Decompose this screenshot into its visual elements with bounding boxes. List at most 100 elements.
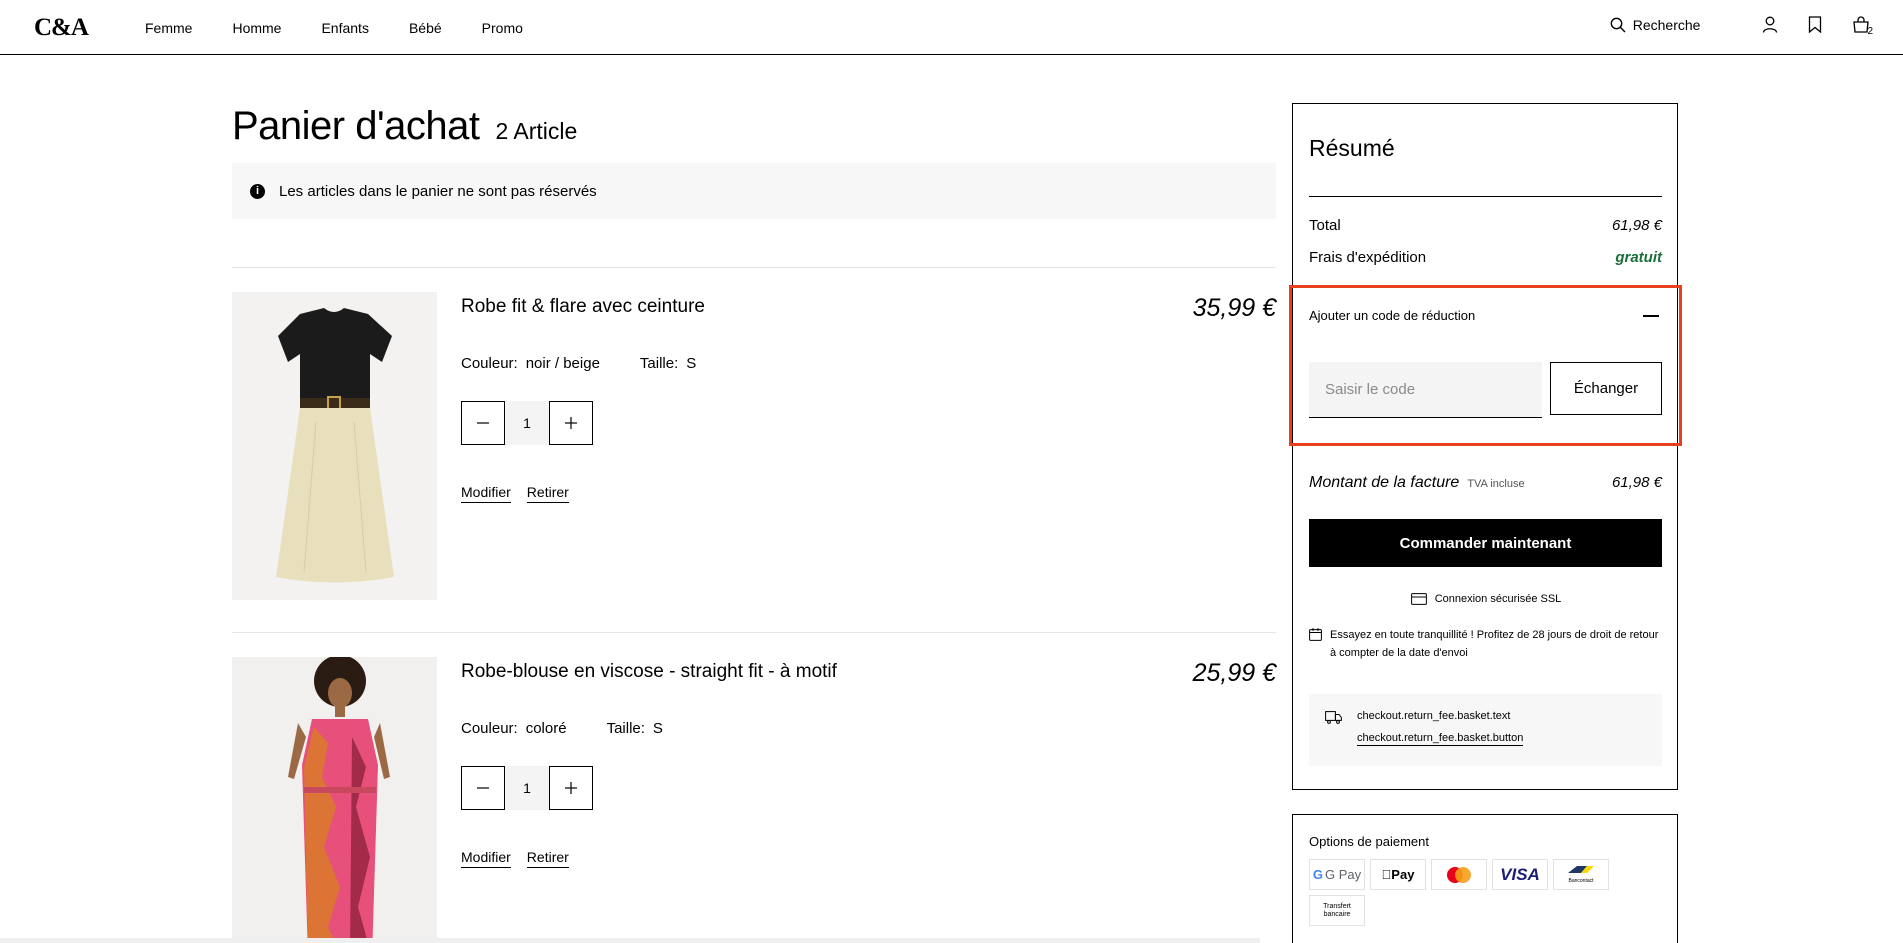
payment-title: Options de paiement [1309,834,1429,849]
plus-icon [565,782,577,794]
discount-code-input[interactable] [1309,362,1542,418]
nav-promo[interactable]: Promo [482,20,523,36]
cart-count: 2 [1867,26,1873,37]
product-attributes: Couleur: coloré Taille: S [461,720,703,737]
remove-link[interactable]: Retirer [526,484,569,503]
header-actions: Recherche 2 [1610,16,1873,37]
bancontact-icon: Bancontact [1553,859,1609,890]
account-icon[interactable] [1762,16,1778,33]
decrease-qty-button[interactable] [461,401,505,445]
bank-transfer-icon: Transfert bancaire [1309,895,1365,926]
invoice-value: 61,98 € [1611,474,1662,491]
shipping-row: Frais d'expédition gratuit [1309,249,1662,266]
order-summary: Résumé Total 61,98 € Frais d'expédition … [1289,103,1682,790]
cart-icon[interactable]: 2 [1852,16,1873,37]
divider [232,632,1276,633]
cart-item: Robe fit & flare avec ceinture 35,99 € C… [232,292,1276,602]
bottom-scroll-hint [0,938,1260,943]
logo[interactable]: C&A [34,14,89,42]
mastercard-icon [1431,859,1487,890]
color-label: Couleur: [461,355,518,372]
search-icon [1610,17,1626,32]
color-value: noir / beige [525,355,600,372]
ssl-text: Connexion sécurisée SSL [1434,593,1562,605]
increase-qty-button[interactable] [549,401,593,445]
item-actions: Modifier Retirer [461,484,585,503]
total-value: 61,98 € [1611,217,1662,234]
page-title-row: Panier d'achat 2 Article [232,104,577,149]
product-price: 35,99 € [1192,294,1276,322]
ssl-notice: Connexion sécurisée SSL [1293,593,1679,605]
truck-icon [1325,711,1342,724]
return-fee-text: checkout.return_fee.basket.text [1357,710,1511,722]
nav-homme[interactable]: Homme [232,20,281,36]
shipping-label: Frais d'expédition [1309,249,1427,266]
order-now-button[interactable]: Commander maintenant [1309,519,1662,567]
size-attr: Taille: S [640,355,696,372]
article-count: 2 Article [495,118,578,144]
quantity-stepper: 1 [461,766,593,810]
product-attributes: Couleur: noir / beige Taille: S [461,355,736,372]
site-header: C&A Femme Homme Enfants Bébé Promo Reche… [0,0,1903,55]
search-button[interactable]: Recherche [1610,16,1701,33]
reservation-notice: i Les articles dans le panier ne sont pa… [232,163,1276,219]
size-label: Taille: [639,355,679,372]
nav-bebe[interactable]: Bébé [409,20,442,36]
minus-icon [477,422,489,424]
shipping-value: gratuit [1615,249,1662,266]
size-value: S [686,355,697,372]
color-value: coloré [525,720,567,737]
return-policy: Essayez en toute tranquillité ! Profitez… [1309,626,1662,662]
main-nav: Femme Homme Enfants Bébé Promo [145,20,563,36]
size-attr: Taille: S [607,720,663,737]
notice-text: Les articles dans le panier ne sont pas … [279,182,597,200]
increase-qty-button[interactable] [549,766,593,810]
decrease-qty-button[interactable] [461,766,505,810]
product-name[interactable]: Robe fit & flare avec ceinture [461,296,705,318]
product-image[interactable] [232,657,437,943]
discount-code-section: Ajouter un code de réduction Échanger [1289,285,1682,446]
return-fee-link[interactable]: checkout.return_fee.basket.button [1357,732,1524,746]
item-actions: Modifier Retirer [461,849,585,868]
calendar-icon [1309,628,1322,641]
redeem-button[interactable]: Échanger [1550,362,1662,415]
minus-icon [477,787,489,789]
quantity-stepper: 1 [461,401,593,445]
invoice-row: Montant de la facture TVA incluse 61,98 € [1309,474,1662,492]
quantity-value: 1 [505,766,549,810]
return-fee-box: checkout.return_fee.basket.text checkout… [1309,694,1662,766]
trial-text: Essayez en toute tranquillité ! Profitez… [1330,629,1659,659]
summary-divider [1309,196,1662,197]
product-name[interactable]: Robe-blouse en viscose - straight fit - … [461,661,837,683]
page-title: Panier d'achat [232,104,480,148]
invoice-label: Montant de la facture [1309,474,1460,491]
card-icon [1410,593,1427,605]
discount-title[interactable]: Ajouter un code de réduction [1309,308,1475,323]
product-price: 25,99 € [1192,659,1276,687]
wishlist-bookmark-icon[interactable] [1808,16,1822,33]
remove-link[interactable]: Retirer [526,849,569,868]
payment-methods: GG Pay Pay VISA Bancontact Transfert ba… [1309,859,1649,926]
size-value: S [652,720,663,737]
visa-icon: VISA [1492,859,1548,890]
total-label: Total [1309,217,1341,234]
collapse-minus-icon[interactable] [1643,315,1659,317]
payment-options: Options de paiement GG Pay Pay VISA Ban… [1292,814,1678,943]
nav-enfants[interactable]: Enfants [321,20,368,36]
size-label: Taille: [606,720,645,737]
google-pay-icon: GG Pay [1309,859,1365,890]
search-label: Recherche [1632,16,1701,33]
info-icon: i [250,183,265,199]
color-attr: Couleur: noir / beige [461,355,600,372]
color-attr: Couleur: coloré [461,720,567,737]
total-row: Total 61,98 € [1309,217,1662,234]
cart-item: Robe-blouse en viscose - straight fit - … [232,657,1276,943]
tva-note: TVA incluse [1467,478,1525,490]
modify-link[interactable]: Modifier [461,484,511,503]
plus-icon [565,417,577,429]
product-image[interactable] [232,292,437,600]
nav-femme[interactable]: Femme [145,20,192,36]
modify-link[interactable]: Modifier [461,849,511,868]
quantity-value: 1 [505,401,549,445]
apple-pay-icon: Pay [1370,859,1426,890]
